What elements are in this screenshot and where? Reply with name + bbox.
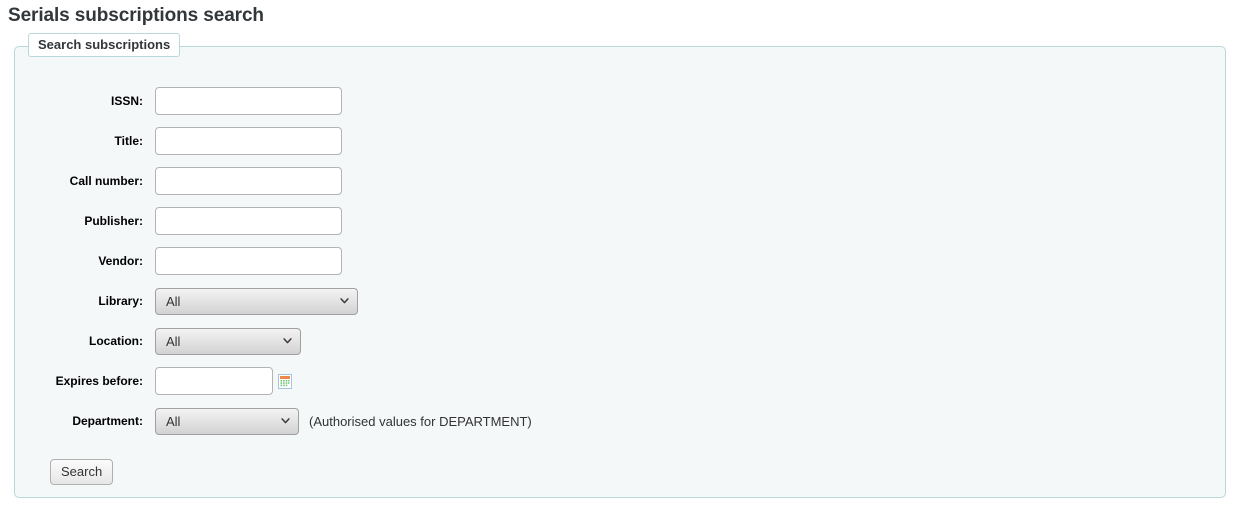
form-row-issn: ISSN: — [15, 81, 1225, 121]
form-row-location: Location: All — [15, 321, 1225, 361]
calendar-icon[interactable] — [278, 373, 292, 389]
issn-input[interactable] — [155, 87, 342, 115]
search-subscriptions-fieldset: Search subscriptions ISSN: Title: Call n… — [14, 33, 1226, 498]
page-title: Serials subscriptions search — [8, 5, 264, 26]
form-actions: Search — [50, 459, 114, 485]
control-expires-before — [155, 367, 292, 395]
search-form: ISSN: Title: Call number: Publisher: Ven — [15, 81, 1225, 441]
form-row-publisher: Publisher: — [15, 201, 1225, 241]
control-title — [155, 127, 342, 155]
form-row-expires-before: Expires before: — [15, 361, 1225, 401]
search-button[interactable]: Search — [50, 459, 114, 485]
label-department: Department: — [72, 414, 143, 428]
control-vendor — [155, 247, 342, 275]
control-department: All (Authorised values for DEPARTMENT) — [155, 407, 532, 435]
location-select-wrap: All — [155, 327, 301, 355]
label-vendor: Vendor: — [98, 254, 143, 268]
control-issn — [155, 87, 342, 115]
form-row-library: Library: All — [15, 281, 1225, 321]
department-hint: (Authorised values for DEPARTMENT) — [309, 413, 532, 429]
library-select-wrap: All — [155, 287, 358, 315]
label-call-number: Call number: — [69, 174, 143, 188]
label-location: Location: — [89, 334, 143, 348]
form-row-call-number: Call number: — [15, 161, 1225, 201]
department-select[interactable]: All — [155, 407, 299, 435]
control-library: All — [155, 287, 358, 315]
label-expires-before: Expires before: — [55, 374, 143, 388]
vendor-input[interactable] — [155, 247, 342, 275]
form-row-title: Title: — [15, 121, 1225, 161]
control-publisher — [155, 207, 342, 235]
control-call-number — [155, 167, 342, 195]
form-row-department: Department: All (Authorised values for D… — [15, 401, 1225, 441]
label-library: Library: — [98, 294, 143, 308]
label-issn: ISSN: — [110, 94, 143, 108]
publisher-input[interactable] — [155, 207, 342, 235]
label-title: Title: — [114, 134, 143, 148]
expires-before-input[interactable] — [155, 367, 273, 395]
location-select[interactable]: All — [155, 327, 301, 355]
form-row-vendor: Vendor: — [15, 241, 1225, 281]
title-input[interactable] — [155, 127, 342, 155]
label-publisher: Publisher: — [84, 214, 143, 228]
control-location: All — [155, 327, 301, 355]
call-number-input[interactable] — [155, 167, 342, 195]
library-select[interactable]: All — [155, 287, 358, 315]
department-select-wrap: All — [155, 407, 299, 435]
fieldset-legend: Search subscriptions — [28, 33, 181, 57]
